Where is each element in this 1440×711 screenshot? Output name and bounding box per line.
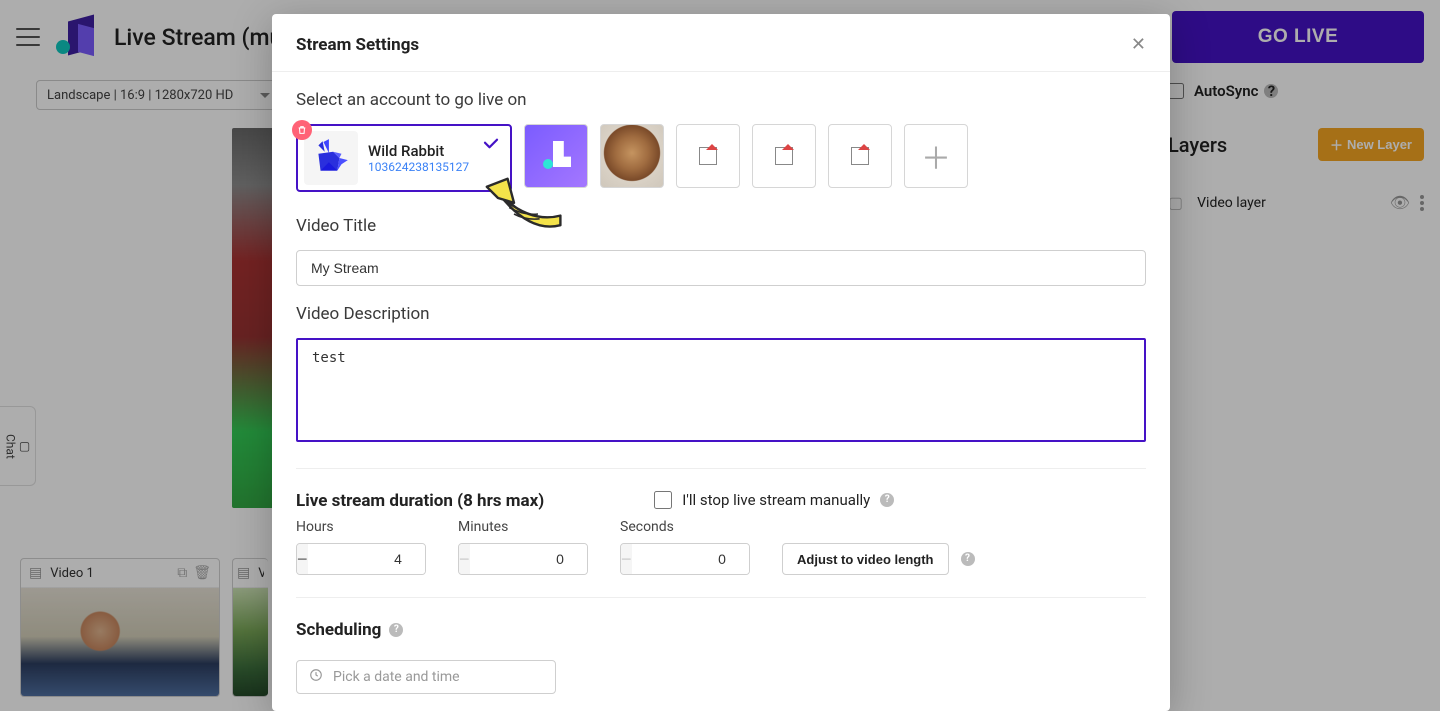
seconds-input[interactable] bbox=[632, 544, 750, 574]
minutes-label: Minutes bbox=[458, 519, 588, 535]
account-name: Wild Rabbit bbox=[368, 142, 469, 160]
help-icon[interactable]: ? bbox=[961, 552, 975, 566]
stepper-minus[interactable]: − bbox=[621, 544, 632, 574]
date-picker[interactable]: Pick a date and time bbox=[296, 660, 556, 694]
account-selected[interactable]: Wild Rabbit 103624238135127 bbox=[296, 124, 512, 192]
hours-input[interactable] bbox=[308, 544, 426, 574]
scheduling-title: Scheduling bbox=[296, 620, 381, 640]
video-description-label: Video Description bbox=[296, 304, 1146, 324]
check-icon bbox=[482, 136, 500, 158]
account-id: 103624238135127 bbox=[368, 160, 469, 174]
adjust-length-button[interactable]: Adjust to video length bbox=[782, 543, 949, 575]
account-option[interactable] bbox=[600, 124, 664, 188]
video-title-label: Video Title bbox=[296, 216, 1146, 236]
minutes-stepper: − + bbox=[458, 543, 588, 575]
hours-stepper: − + bbox=[296, 543, 426, 575]
account-option[interactable] bbox=[676, 124, 740, 188]
account-option[interactable] bbox=[828, 124, 892, 188]
manual-stop-checkbox[interactable] bbox=[654, 491, 672, 509]
account-avatar bbox=[304, 131, 358, 185]
stream-settings-modal: Stream Settings ✕ Select an account to g… bbox=[272, 14, 1170, 711]
help-icon[interactable]: ? bbox=[389, 623, 403, 637]
divider bbox=[296, 468, 1146, 469]
broken-image-icon bbox=[775, 147, 793, 165]
divider bbox=[296, 597, 1146, 598]
add-account-button[interactable]: ＋ bbox=[904, 124, 968, 188]
trash-icon bbox=[297, 125, 307, 135]
hours-label: Hours bbox=[296, 519, 426, 535]
seconds-label: Seconds bbox=[620, 519, 750, 535]
video-title-input[interactable] bbox=[296, 250, 1146, 286]
account-option[interactable] bbox=[752, 124, 816, 188]
logo-dot-icon bbox=[543, 159, 553, 169]
delete-account-badge[interactable] bbox=[292, 120, 312, 140]
help-icon[interactable]: ? bbox=[880, 493, 894, 507]
account-option[interactable] bbox=[524, 124, 588, 188]
select-account-label: Select an account to go live on bbox=[296, 90, 1146, 110]
minutes-input[interactable] bbox=[470, 544, 588, 574]
manual-stop-label: I'll stop live stream manually bbox=[682, 491, 870, 509]
logo-l-icon bbox=[553, 141, 571, 167]
stepper-minus[interactable]: − bbox=[459, 544, 470, 574]
seconds-stepper: − + bbox=[620, 543, 750, 575]
duration-title: Live stream duration (8 hrs max) bbox=[296, 491, 544, 511]
broken-image-icon bbox=[851, 147, 869, 165]
modal-title: Stream Settings bbox=[296, 35, 419, 55]
clock-icon bbox=[309, 668, 323, 686]
stepper-minus[interactable]: − bbox=[297, 544, 308, 574]
video-description-input[interactable] bbox=[296, 338, 1146, 442]
date-picker-placeholder: Pick a date and time bbox=[333, 669, 460, 685]
broken-image-icon bbox=[699, 147, 717, 165]
close-icon[interactable]: ✕ bbox=[1131, 34, 1146, 55]
rabbit-icon bbox=[310, 137, 352, 179]
